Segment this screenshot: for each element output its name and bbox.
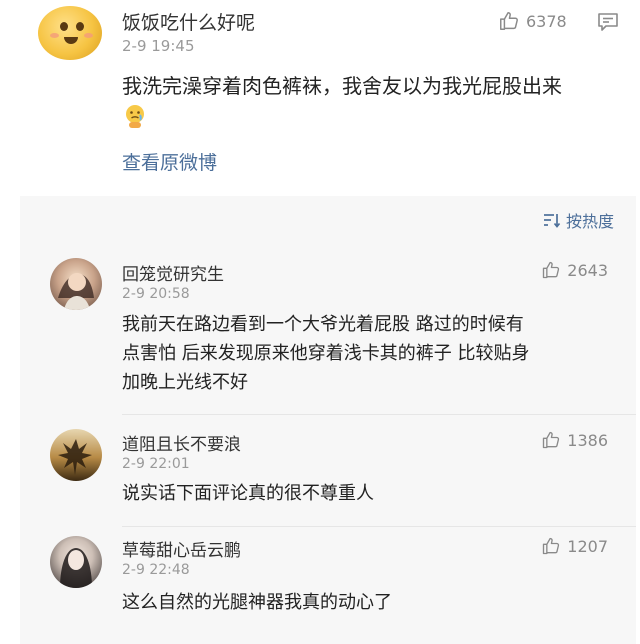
post-like-button[interactable]: 6378 [498, 10, 567, 32]
reply-text-line: 加晚上光线不好 [122, 372, 248, 393]
avatar-illustration [58, 273, 94, 310]
reply-text-line: 点害怕 后来发现原来他穿着浅卡其的裤子 比较贴身 [122, 343, 530, 364]
thumbs-up-icon [543, 261, 560, 279]
reply-item: 草莓甜心岳云鹏 2-9 22:48 1207 这么自然的光腿神器我真的动心了 [20, 532, 636, 632]
reply-avatar[interactable] [50, 536, 102, 588]
reply-username[interactable]: 回笼觉研究生 [122, 260, 224, 285]
post-avatar[interactable] [38, 6, 102, 60]
reply-text: 说实话下面评论真的很不尊重人 [122, 479, 374, 508]
reply-text-line: 我前天在路边看到一个大爷光着屁股 路过的时候有 [122, 314, 524, 335]
reply-item: 道阻且长不要浪 2-9 22:01 1386 说实话下面评论真的很不尊重人 [20, 427, 636, 527]
avatar-blush [50, 33, 59, 38]
reply-like-count: 1386 [567, 430, 608, 450]
post-text: 我洗完澡穿着肉色裤袜，我舍友以为我光屁股出来 [122, 74, 562, 98]
comment-button[interactable] [597, 12, 619, 36]
avatar-blush [84, 33, 93, 38]
reply-timestamp: 2-9 22:01 [122, 456, 190, 472]
post-like-count: 6378 [526, 11, 567, 31]
reply-item: 回笼觉研究生 2-9 20:58 2643 我前天在路边看到一个大爷光着屁股 路… [20, 254, 636, 415]
reply-text: 这么自然的光腿神器我真的动心了 [122, 588, 392, 617]
reply-timestamp: 2-9 20:58 [122, 286, 190, 302]
view-original-weibo-link[interactable]: 查看原微博 [122, 148, 217, 175]
avatar-mouth [64, 37, 78, 44]
sort-label: 按热度 [565, 212, 614, 231]
post-username[interactable]: 饭饭吃什么好呢 [122, 8, 255, 35]
post-timestamp: 2-9 19:45 [122, 37, 195, 55]
avatar-illustration [58, 439, 92, 475]
replies-section: 按热度 回笼觉研究生 2-9 20:58 2643 我前天在路边看到一个大爷光着… [20, 196, 636, 644]
thumbs-up-icon [543, 537, 560, 555]
thumbs-up-icon [500, 12, 518, 30]
reply-like-count: 2643 [567, 260, 608, 280]
reply-text-line: 说实话下面评论真的很不尊重人 [122, 483, 374, 504]
avatar-illustration [60, 548, 92, 588]
sort-icon [543, 214, 561, 228]
reply-timestamp: 2-9 22:48 [122, 562, 190, 578]
reply-like-button[interactable]: 2643 [541, 260, 608, 280]
sad-emoji-icon [126, 105, 144, 128]
reply-avatar[interactable] [50, 429, 102, 481]
comment-icon [598, 13, 618, 31]
reply-like-count: 1207 [567, 536, 608, 556]
reply-divider [122, 526, 636, 527]
weibo-post: 饭饭吃什么好呢 2-9 19:45 6378 我洗完澡穿着肉色裤袜，我舍友以为我… [0, 0, 640, 196]
reply-username[interactable]: 道阻且长不要浪 [122, 430, 241, 455]
reply-text-line: 这么自然的光腿神器我真的动心了 [122, 592, 392, 613]
reply-text: 我前天在路边看到一个大爷光着屁股 路过的时候有 点害怕 后来发现原来他穿着浅卡其… [122, 310, 529, 397]
thumbs-up-icon [543, 431, 560, 449]
reply-divider [122, 414, 636, 415]
reply-like-button[interactable]: 1207 [541, 536, 608, 556]
reply-like-button[interactable]: 1386 [541, 430, 608, 450]
reply-avatar[interactable] [50, 258, 102, 310]
sort-by-popularity-button[interactable]: 按热度 [542, 208, 614, 232]
reply-username[interactable]: 草莓甜心岳云鹏 [122, 536, 241, 561]
avatar-eye [76, 22, 84, 31]
avatar-eye [60, 22, 68, 31]
